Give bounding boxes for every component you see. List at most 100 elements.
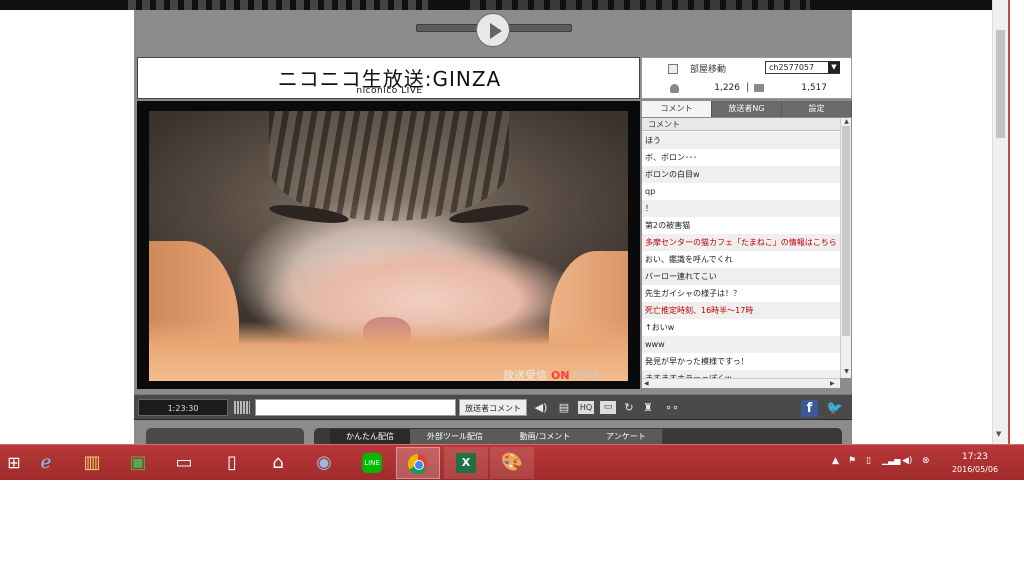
broadcast-status-separator: / [572, 369, 577, 382]
tab-comment[interactable]: コメント [642, 101, 712, 117]
room-panel: 部屋移動 ch2577057 ▼ 1,226 | 1,517 [641, 57, 852, 99]
broadcast-tools-area: かんたん配信 外部ツール配信 動画/コメント アンケート [134, 420, 852, 444]
viewer-count: 1,226 [714, 83, 740, 93]
tab-easy-broadcast[interactable]: かんたん配信 [330, 429, 410, 444]
quality-icon[interactable]: HQ [578, 401, 594, 414]
comment-list-scroll-thumb[interactable] [842, 126, 850, 336]
broadcast-tools-tabs: かんたん配信 外部ツール配信 動画/コメント アンケート [314, 428, 842, 444]
scroll-right-icon[interactable]: ▶ [830, 379, 835, 389]
top-toolbar-strip [0, 0, 992, 10]
comment-row[interactable]: www [642, 336, 840, 353]
room-move-label: 部屋移動 [690, 65, 727, 75]
tab-settings[interactable]: 設定 [782, 101, 852, 117]
excel-icon-label: X [456, 453, 476, 473]
comment-row[interactable]: 第2の被害猫 [642, 217, 840, 234]
scroll-up-icon[interactable]: ▲ [841, 118, 852, 126]
paint-icon[interactable]: 🎨 [490, 447, 534, 479]
home-icon[interactable]: ⌂ [256, 447, 300, 479]
comment-row[interactable]: ますますホラーっぽくw [642, 370, 840, 378]
line-icon-label: LINE [362, 453, 382, 473]
chrome-icon[interactable] [396, 447, 440, 479]
comment-list-scrollbar[interactable]: ▲ ▼ [840, 118, 851, 378]
comment-input[interactable] [255, 399, 456, 416]
clock-time[interactable]: 17:23 [940, 452, 1010, 462]
tab-external-tool[interactable]: 外部ツール配信 [410, 429, 500, 444]
viewer-icon [670, 84, 679, 93]
broadcast-on-toggle[interactable]: ON [551, 369, 570, 382]
room-move-icon [668, 64, 678, 74]
video-cat-fur [269, 111, 509, 221]
comment-row[interactable]: qp [642, 183, 840, 200]
scroll-left-icon[interactable]: ◀ [644, 379, 649, 389]
facebook-icon[interactable]: f [801, 400, 818, 417]
internet-explorer-icon[interactable]: ℯ [24, 447, 68, 479]
comment-row[interactable]: 発見が早かった模様ですっ！ [642, 353, 840, 370]
chrome-logo [408, 454, 428, 474]
window-border [1008, 0, 1010, 444]
side-tabs: コメント 放送者NG 設定 [642, 101, 852, 117]
lower-left-panel [146, 428, 304, 444]
file-icon[interactable]: ▯ [210, 447, 254, 479]
comment-row[interactable]: ほう [642, 132, 840, 149]
comment-toggle-icon[interactable]: ▤ [556, 401, 572, 414]
comment-row[interactable]: ボロンの白目w [642, 166, 840, 183]
tab-survey[interactable]: アンケート [590, 429, 662, 444]
owner-comment-button[interactable]: 放送者コメント [459, 399, 527, 416]
screen-size-icon[interactable]: ▭ [600, 401, 616, 414]
close-circle-icon[interactable]: ⊗ [922, 456, 930, 466]
excel-icon[interactable]: X [444, 447, 488, 479]
page-scroll-thumb[interactable] [996, 30, 1005, 138]
top-toolbar-items [128, 0, 428, 10]
comment-row[interactable]: 死亡推定時刻、16時半～17時 [642, 302, 840, 319]
game-icon[interactable]: ♜ [640, 401, 656, 414]
video-player[interactable] [149, 111, 628, 381]
reload-icon[interactable]: ↻ [622, 401, 636, 414]
share-icon[interactable]: ∘∘ [664, 401, 680, 414]
signal-icon[interactable]: ▁▃▅ [882, 456, 900, 465]
play-button[interactable] [476, 13, 510, 47]
comment-row[interactable]: ボ、ボロン･･･ [642, 149, 840, 166]
remote-desktop-icon[interactable]: ▭ [162, 447, 206, 479]
volume-tray-icon[interactable]: ◀) [902, 456, 912, 466]
elapsed-time: 1:23:30 [138, 399, 228, 416]
tab-owner-ng[interactable]: 放送者NG [712, 101, 782, 117]
top-toolbar-items-right [470, 0, 810, 10]
comment-list[interactable]: コメント ほう ボ、ボロン･･･ ボロンの白目w qp！第2の被害猫 多摩センターの猫カ… [642, 118, 840, 378]
system-tray: ▲ ⚑ ▯ ▁▃▅ ◀) ⊗ 17:23 2016/05/06 [826, 450, 1024, 478]
comment-count: 1,517 [801, 83, 827, 93]
tray-expand-icon[interactable]: ▲ [832, 456, 839, 466]
thunderbird-icon[interactable]: ◉ [302, 447, 346, 479]
logo-panel: ニコニコ生放送:GINZA niconico LIVE [137, 57, 640, 99]
control-bar: 1:23:30 放送者コメント ◀) ▤ HQ ▭ ↻ ♜ ∘∘ f 🐦 [134, 394, 852, 420]
broadcast-status: 放送受信 ON / OFF [503, 367, 639, 382]
twitter-icon[interactable]: 🐦 [826, 400, 844, 417]
comment-list-hscrollbar[interactable]: ◀ ▶ [642, 378, 840, 388]
comment-row[interactable]: ↑おいw [642, 319, 840, 336]
broadcast-status-label: 放送受信 [503, 369, 547, 382]
comment-count-icon [754, 84, 764, 92]
comment-list-header[interactable]: コメント [642, 118, 840, 131]
channel-select[interactable]: ch2577057 ▼ [765, 61, 840, 74]
tab-video-comment[interactable]: 動画/コメント [500, 429, 590, 444]
file-explorer-icon[interactable]: ▥ [70, 447, 114, 479]
action-center-flag-icon[interactable]: ⚑ [848, 456, 856, 466]
comment-row[interactable]: 多摩センターの猫カフェ「たまねこ」の情報はこちら [642, 234, 840, 251]
comment-row[interactable]: 先生ガイシャの様子は！？ [642, 285, 840, 302]
keyboard-icon[interactable] [234, 401, 250, 414]
comment-row[interactable]: バーロー連れてこい [642, 268, 840, 285]
logo-subtitle: niconico LIVE [356, 86, 423, 96]
clock-date[interactable]: 2016/05/06 [940, 465, 1010, 474]
chevron-down-icon[interactable]: ▼ [828, 62, 840, 73]
broadcast-off-toggle[interactable]: OFF [578, 369, 599, 382]
stat-divider: | [746, 82, 750, 93]
comment-row[interactable]: ！ [642, 200, 840, 217]
store-icon[interactable]: ▣ [116, 447, 160, 479]
volume-icon[interactable]: ◀) [534, 401, 548, 414]
comment-row[interactable]: おい、鑑識を呼んでくれ [642, 251, 840, 268]
channel-select-value: ch2577057 [769, 63, 815, 72]
scroll-down-icon[interactable]: ▼ [841, 368, 852, 376]
network-adapter-icon[interactable]: ▯ [866, 456, 871, 466]
line-icon[interactable]: LINE [350, 447, 394, 479]
page-scrollbar[interactable]: ▼ [992, 0, 1008, 444]
scroll-down-icon[interactable]: ▼ [996, 430, 1001, 438]
